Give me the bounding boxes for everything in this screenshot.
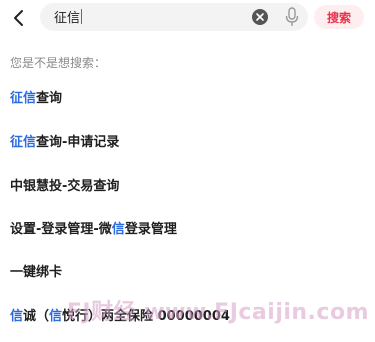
suggestion-item[interactable]: 征信查询: [10, 84, 62, 114]
search-input[interactable]: 征信: [40, 3, 308, 31]
suggestion-item[interactable]: 设置-登录管理-微信登录管理: [10, 215, 177, 245]
microphone-icon[interactable]: [285, 7, 299, 27]
suggestion-item[interactable]: 一键绑卡: [10, 258, 62, 288]
suggestion-text: 查询-申请记录: [36, 135, 120, 150]
suggestion-highlight: 征信: [10, 91, 37, 106]
top-bar: 征信 搜索: [0, 0, 375, 36]
clear-icon[interactable]: [252, 9, 268, 25]
suggestion-text: 查询: [36, 91, 63, 106]
suggestion-highlight: 信: [10, 309, 24, 324]
suggestion-text: 一键绑卡: [10, 265, 63, 280]
suggestion-highlight: 征信: [10, 135, 37, 150]
suggestion-text: 登录管理: [124, 222, 177, 237]
suggestion-item[interactable]: 信诚（信悦行）两全保险 00000004: [10, 302, 230, 332]
suggestion-text: 诚（: [23, 309, 50, 324]
suggestion-text: 悦行）两全保险 00000004: [62, 309, 230, 324]
back-icon[interactable]: [8, 7, 30, 29]
did-you-mean-label: 您是不是想搜索：: [10, 56, 107, 70]
search-query-text[interactable]: 征信: [54, 9, 83, 27]
text-caret: [81, 9, 83, 24]
suggestion-item[interactable]: 中银慧投-交易查询: [10, 172, 119, 202]
suggestion-text: 设置-登录管理-微: [10, 222, 112, 237]
search-button[interactable]: 搜索: [314, 5, 364, 29]
suggestion-highlight: 信: [49, 309, 63, 324]
query-value: 征信: [54, 11, 81, 26]
suggestion-highlight: 信: [111, 222, 125, 237]
suggestion-text: 中银慧投-交易查询: [10, 179, 120, 194]
suggestion-item[interactable]: 征信查询-申请记录: [10, 128, 119, 158]
